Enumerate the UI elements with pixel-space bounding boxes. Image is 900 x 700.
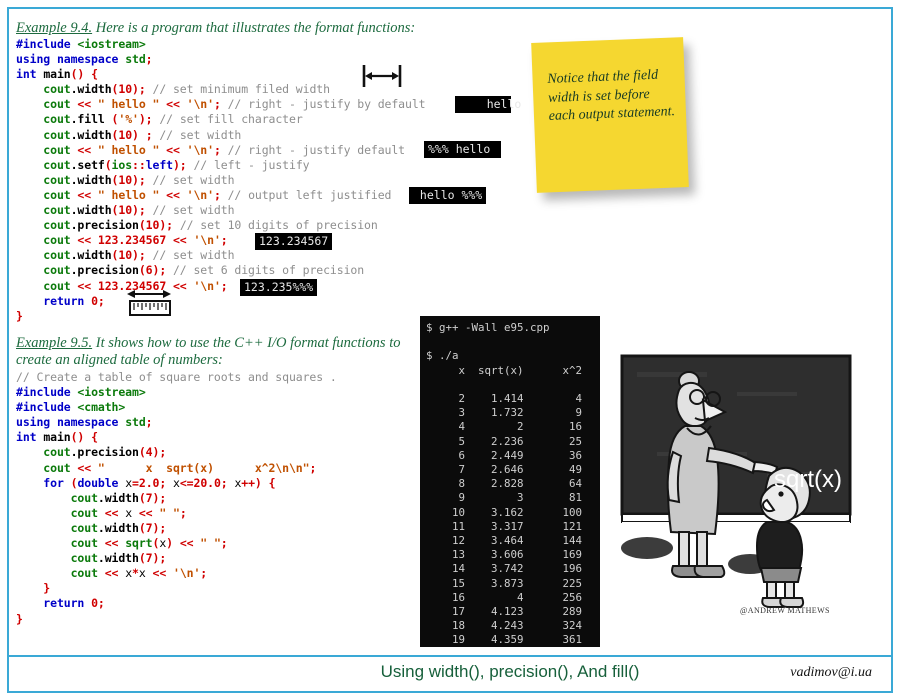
footer-divider: [9, 655, 891, 657]
footer-email: vadimov@i.ua: [790, 665, 872, 680]
output-chip-precision-6: 123.235%%%: [240, 279, 318, 296]
example-95-label: Example 9.5.: [16, 335, 93, 351]
example-95-lead: Example 9.5. It shows how to use the C++…: [16, 335, 411, 369]
output-chip-hello-percent-right: %%% hello: [424, 141, 502, 158]
example-95-code: // Create a table of square roots and sq…: [16, 370, 337, 626]
ruler-icon: [124, 288, 176, 325]
cartoon-signature: @ANDREW MATHEWS: [740, 606, 830, 615]
output-chip-hello-right: hello: [455, 96, 521, 113]
footer-title: Using width(), precision(), And fill(): [380, 662, 640, 681]
sticky-note: Notice that the field width is set befor…: [531, 37, 699, 200]
slide-root: Example 9.4. Here is a program that illu…: [0, 0, 900, 700]
cartoon-blackboard-text: sqrt(x): [774, 466, 842, 493]
output-chip-precision-10: 123.234567: [255, 233, 333, 250]
terminal-output: $ g++ -Wall e95.cpp $ ./a x sqrt(x) x^2 …: [420, 316, 600, 647]
width-arrow-icon: [360, 62, 404, 95]
sticky-note-text: Notice that the field width is set befor…: [547, 67, 676, 124]
example-94-label: Example 9.4.: [16, 20, 93, 36]
terminal-text: $ g++ -Wall e95.cpp $ ./a x sqrt(x) x^2 …: [426, 321, 583, 647]
example-94-lead: Example 9.4. Here is a program that illu…: [16, 20, 436, 37]
example-94-lead-text: Here is a program that illustrates the f…: [92, 20, 416, 36]
output-chip-hello-percent-left: hello %%%: [409, 187, 487, 204]
